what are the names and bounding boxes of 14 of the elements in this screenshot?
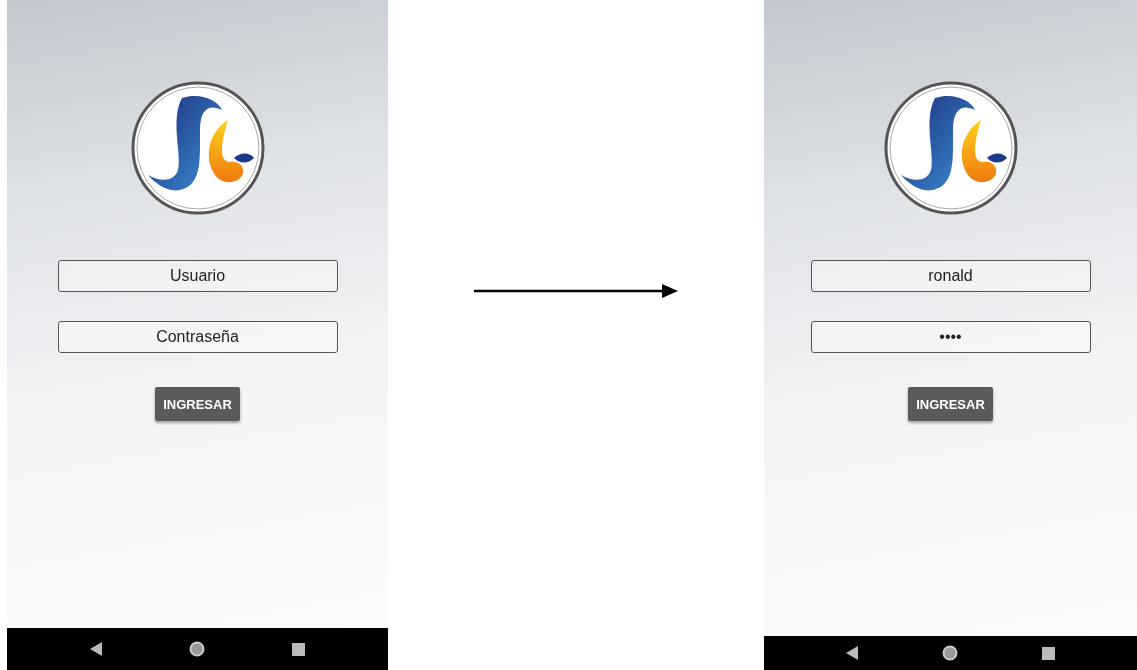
username-field[interactable]: Usuario [57, 260, 338, 292]
home-icon[interactable] [189, 641, 205, 657]
back-icon[interactable] [90, 642, 103, 656]
home-icon[interactable] [942, 645, 958, 661]
login-button[interactable]: INGRESAR [908, 387, 993, 421]
login-button[interactable]: INGRESAR [155, 387, 240, 421]
back-icon[interactable] [846, 646, 858, 660]
logo-icon [882, 80, 1019, 216]
recents-icon[interactable] [1042, 646, 1055, 660]
username-field[interactable]: ronald [810, 260, 1091, 292]
logo-icon [129, 80, 266, 216]
password-field[interactable]: •••• [810, 321, 1091, 353]
password-field[interactable]: Contraseña [57, 321, 338, 353]
recents-icon[interactable] [291, 642, 305, 656]
